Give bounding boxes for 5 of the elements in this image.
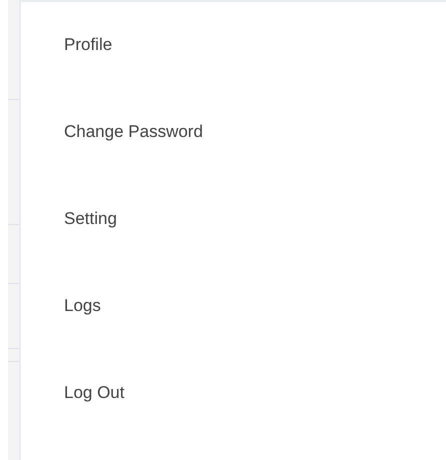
menu-item[interactable]: Logs bbox=[64, 293, 101, 380]
menu-item[interactable]: Change Password bbox=[64, 119, 203, 206]
menu-item[interactable]: Setting bbox=[64, 206, 117, 293]
menu-item[interactable]: Profile bbox=[64, 32, 112, 119]
menu-item[interactable]: Log Out bbox=[64, 380, 124, 460]
